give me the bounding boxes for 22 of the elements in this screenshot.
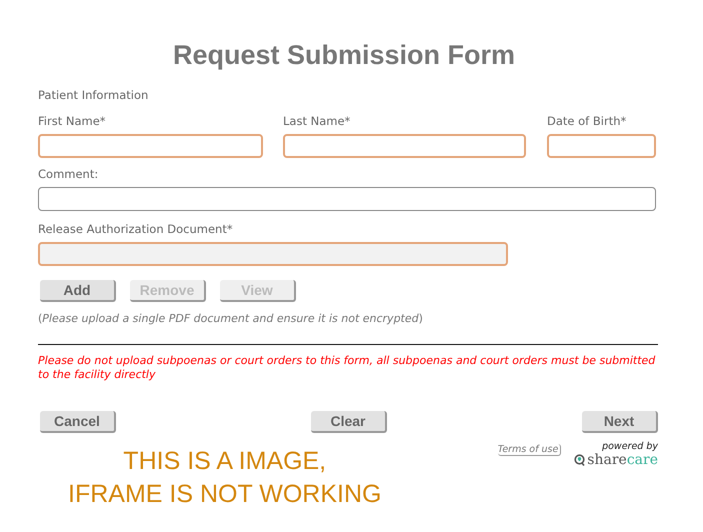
field-label: Last Name* xyxy=(283,114,350,128)
notice-text: THIS IS A IMAGE, xyxy=(123,446,326,477)
text-field[interactable] xyxy=(38,134,263,158)
logo-wordmark: sharecare xyxy=(587,452,658,468)
text-field[interactable] xyxy=(547,134,656,158)
field-label: First Name* xyxy=(38,114,106,128)
field-label: Date of Birth* xyxy=(547,114,626,128)
form-title: Request Submission Form xyxy=(172,40,516,71)
document-button[interactable]: Add xyxy=(40,280,116,302)
warning-text: Please do not upload subpoenas or court orders to this form, all subpoenas and court orders must be submitted to the facility directly xyxy=(38,354,656,382)
powered-by-text: powered by xyxy=(602,441,658,452)
upload-hint: (Please upload a single PDF document and ensure it is not encrypted) xyxy=(38,312,423,325)
section-label: Patient Information xyxy=(38,88,148,102)
field-label: Release Authorization Document* xyxy=(38,222,233,236)
action-button[interactable]: Next xyxy=(582,411,658,433)
text-field[interactable] xyxy=(283,134,526,158)
action-button[interactable]: Clear xyxy=(311,411,387,433)
action-button[interactable]: Cancel xyxy=(40,411,116,433)
field-label: Comment: xyxy=(38,167,98,181)
terms-link[interactable]: Terms of use xyxy=(498,444,562,456)
notice-text: IFRAME IS NOT WORKING xyxy=(68,479,382,510)
comment-field[interactable] xyxy=(38,187,656,211)
